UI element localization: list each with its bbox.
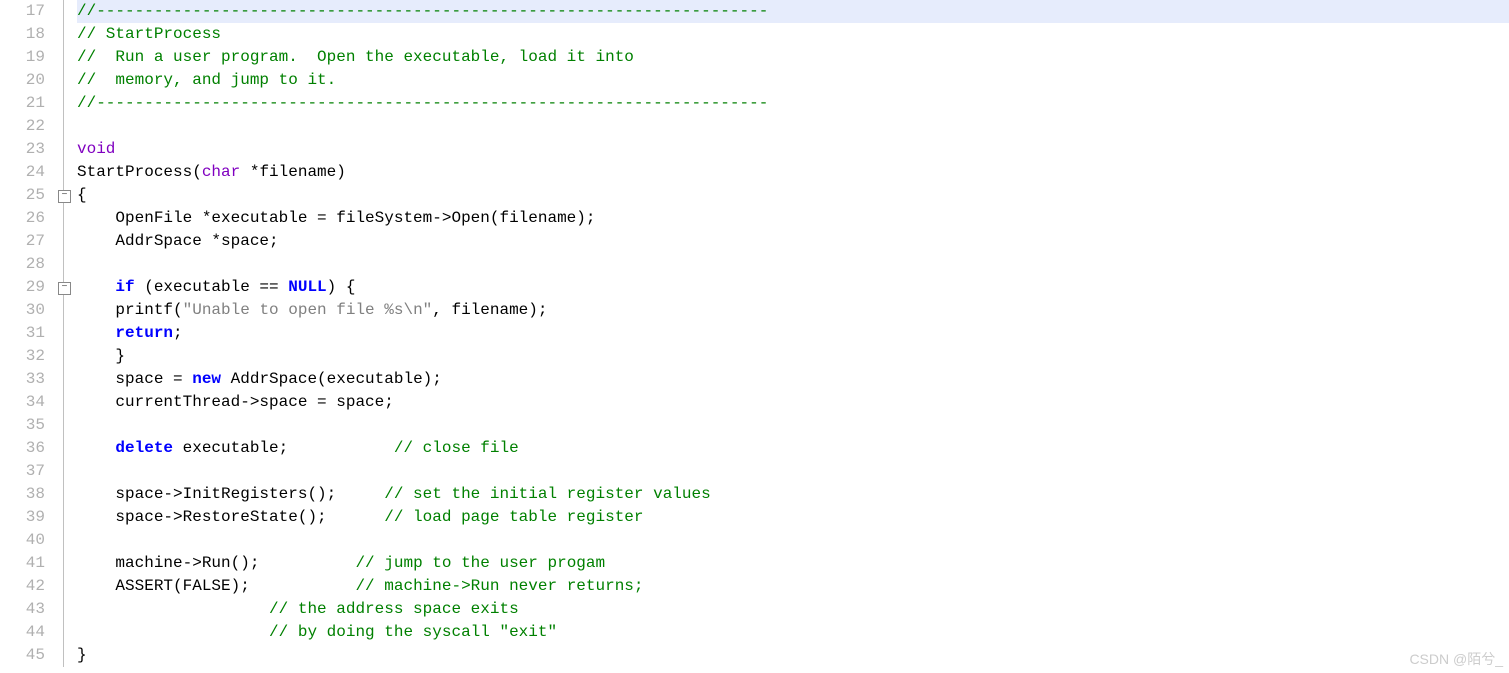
- line-number: 42: [0, 575, 45, 598]
- code-line[interactable]: //--------------------------------------…: [77, 92, 1509, 115]
- line-number: 24: [0, 161, 45, 184]
- code-line[interactable]: }: [77, 345, 1509, 368]
- code-line[interactable]: // memory, and jump to it.: [77, 69, 1509, 92]
- line-number: 27: [0, 230, 45, 253]
- line-number: 39: [0, 506, 45, 529]
- code-line[interactable]: machine->Run(); // jump to the user prog…: [77, 552, 1509, 575]
- code-line[interactable]: [77, 414, 1509, 437]
- line-number: 41: [0, 552, 45, 575]
- watermark: CSDN @陌兮_: [1409, 648, 1503, 671]
- code-line[interactable]: space = new AddrSpace(executable);: [77, 368, 1509, 391]
- code-line[interactable]: // Run a user program. Open the executab…: [77, 46, 1509, 69]
- line-number: 45: [0, 644, 45, 667]
- line-number: 44: [0, 621, 45, 644]
- line-number: 34: [0, 391, 45, 414]
- fold-column: − −: [55, 0, 73, 673]
- code-line[interactable]: {: [77, 184, 1509, 207]
- line-number: 40: [0, 529, 45, 552]
- line-number: 18: [0, 23, 45, 46]
- line-number: 25: [0, 184, 45, 207]
- code-line[interactable]: StartProcess(char *filename): [77, 161, 1509, 184]
- code-line[interactable]: OpenFile *executable = fileSystem->Open(…: [77, 207, 1509, 230]
- code-line[interactable]: // StartProcess: [77, 23, 1509, 46]
- fold-toggle-icon[interactable]: −: [58, 190, 71, 203]
- line-number: 23: [0, 138, 45, 161]
- line-number: 19: [0, 46, 45, 69]
- line-number: 36: [0, 437, 45, 460]
- code-line[interactable]: //--------------------------------------…: [77, 0, 1509, 23]
- code-editor[interactable]: 1718192021222324252627282930313233343536…: [0, 0, 1509, 673]
- code-line[interactable]: [77, 529, 1509, 552]
- code-line[interactable]: }: [77, 644, 1509, 667]
- code-line[interactable]: printf("Unable to open file %s\n", filen…: [77, 299, 1509, 322]
- code-line[interactable]: space->RestoreState(); // load page tabl…: [77, 506, 1509, 529]
- line-number: 33: [0, 368, 45, 391]
- line-number: 43: [0, 598, 45, 621]
- code-line[interactable]: void: [77, 138, 1509, 161]
- fold-toggle-icon[interactable]: −: [58, 282, 71, 295]
- line-number: 37: [0, 460, 45, 483]
- code-line[interactable]: ASSERT(FALSE); // machine->Run never ret…: [77, 575, 1509, 598]
- code-line[interactable]: [77, 460, 1509, 483]
- line-number: 26: [0, 207, 45, 230]
- code-line[interactable]: [77, 115, 1509, 138]
- line-number: 28: [0, 253, 45, 276]
- code-line[interactable]: return;: [77, 322, 1509, 345]
- code-line[interactable]: [77, 253, 1509, 276]
- code-line[interactable]: // by doing the syscall "exit": [77, 621, 1509, 644]
- line-number: 31: [0, 322, 45, 345]
- line-gutter: 1718192021222324252627282930313233343536…: [0, 0, 55, 673]
- line-number: 32: [0, 345, 45, 368]
- line-number: 38: [0, 483, 45, 506]
- line-number: 29: [0, 276, 45, 299]
- line-number: 35: [0, 414, 45, 437]
- code-line[interactable]: if (executable == NULL) {: [77, 276, 1509, 299]
- line-number: 30: [0, 299, 45, 322]
- line-number: 17: [0, 0, 45, 23]
- code-line[interactable]: AddrSpace *space;: [77, 230, 1509, 253]
- code-line[interactable]: space->InitRegisters(); // set the initi…: [77, 483, 1509, 506]
- line-number: 21: [0, 92, 45, 115]
- line-number: 20: [0, 69, 45, 92]
- code-line[interactable]: // the address space exits: [77, 598, 1509, 621]
- code-line[interactable]: delete executable; // close file: [77, 437, 1509, 460]
- code-line[interactable]: currentThread->space = space;: [77, 391, 1509, 414]
- code-area[interactable]: //--------------------------------------…: [73, 0, 1509, 673]
- line-number: 22: [0, 115, 45, 138]
